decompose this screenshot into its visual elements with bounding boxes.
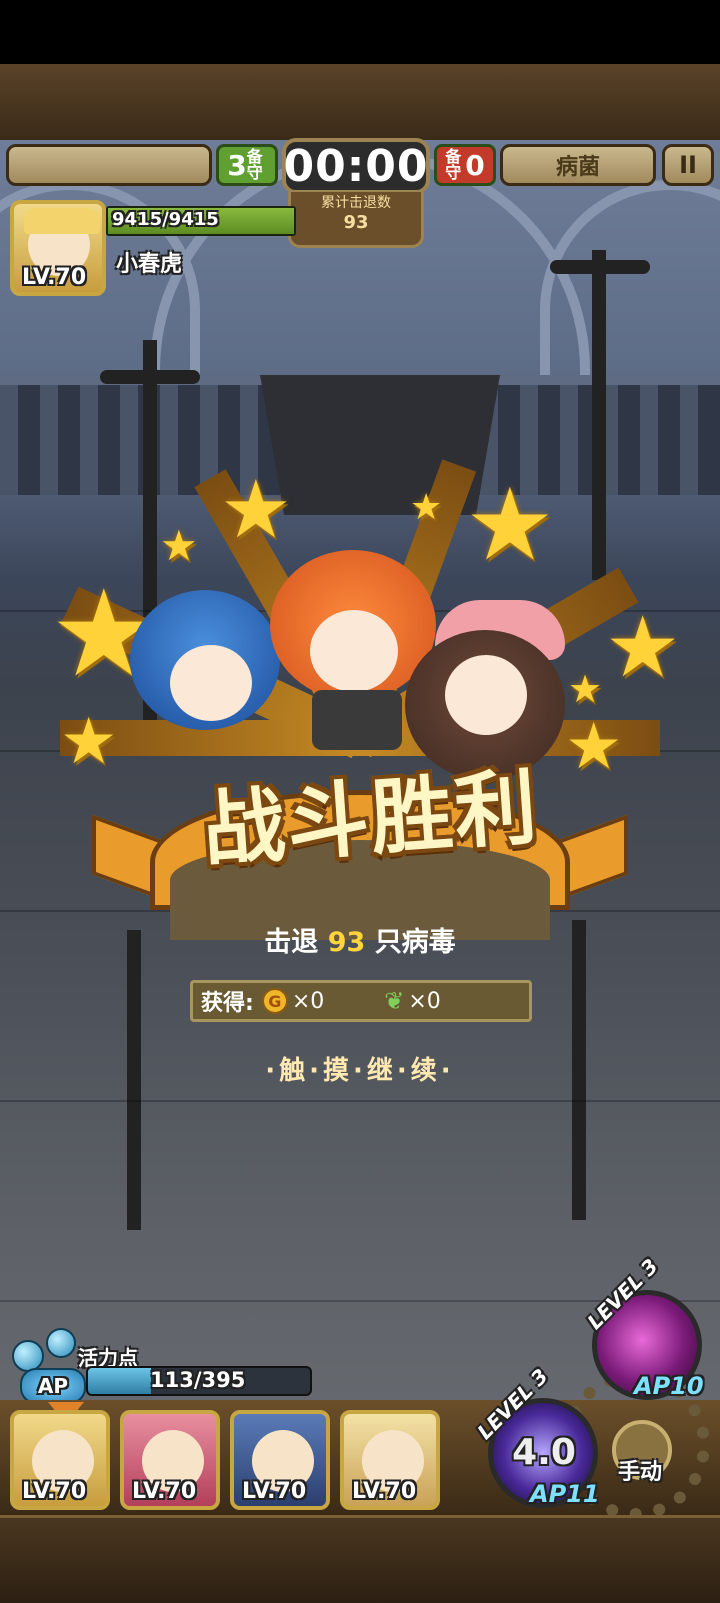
battle-timer: 00:00: [282, 138, 430, 194]
skill-top-ap: AP10: [634, 1372, 704, 1400]
player-hp-text: 9415/9415: [112, 209, 219, 230]
manual-label: 手动: [618, 1460, 663, 1485]
player-portrait[interactable]: LV.70: [10, 200, 106, 296]
star-icon: ★: [160, 521, 198, 570]
star-icon: ★: [465, 466, 555, 583]
candelabra-right: [592, 250, 606, 580]
item-amount: ×0: [408, 988, 441, 1014]
player-hp-bar: 9415/9415: [106, 206, 296, 236]
player-name: 小春虎: [116, 252, 183, 277]
touch-to-continue[interactable]: ·触·摸·继·续·: [220, 1050, 500, 1090]
status-bar: [0, 0, 720, 64]
bottom-frame: [0, 1515, 720, 1603]
reward-panel: 获得: G ×0 ❦ ×0: [190, 980, 532, 1022]
skill-main-ap: AP11: [530, 1480, 600, 1508]
ap-bar: 113/395: [86, 1366, 312, 1396]
kill-counter: 累计击退数 93: [288, 192, 424, 248]
team-right-counter: 备守 0: [434, 144, 496, 186]
star-icon: ★: [60, 705, 118, 779]
party-member-4[interactable]: LV.70: [340, 1410, 440, 1510]
bubble-icon: [46, 1328, 76, 1358]
gold-coin-icon: G: [261, 988, 288, 1014]
ap-fill: [88, 1368, 152, 1394]
top-frame: [0, 64, 720, 143]
player-level: LV.70: [22, 265, 87, 290]
character-cat-girl: [130, 590, 290, 760]
star-icon: ★: [220, 463, 292, 556]
star-icon: ★: [410, 487, 443, 528]
ap-badge: AP: [20, 1368, 86, 1404]
battle-speed: 4.0: [512, 1432, 576, 1473]
feather-icon: ❦: [384, 987, 405, 1015]
team-left-counter: 3 备守: [216, 144, 278, 186]
party-member-1[interactable]: LV.70: [10, 1410, 110, 1510]
defeat-summary: 击退 93 只病毒: [264, 927, 456, 958]
party-member-2[interactable]: LV.70: [120, 1410, 220, 1510]
party-member-3[interactable]: LV.70: [230, 1410, 330, 1510]
ap-value: 113/395: [150, 1368, 246, 1392]
enemy-name: 病菌: [500, 144, 656, 186]
coin-amount: ×0: [291, 988, 325, 1014]
reward-label: 获得:: [201, 991, 254, 1016]
team-name-left: [6, 144, 212, 186]
candle-stand-right: [572, 920, 586, 1220]
candle-stand: [127, 930, 141, 1230]
pause-button[interactable]: II: [662, 144, 714, 186]
star-icon: ★: [605, 598, 681, 696]
